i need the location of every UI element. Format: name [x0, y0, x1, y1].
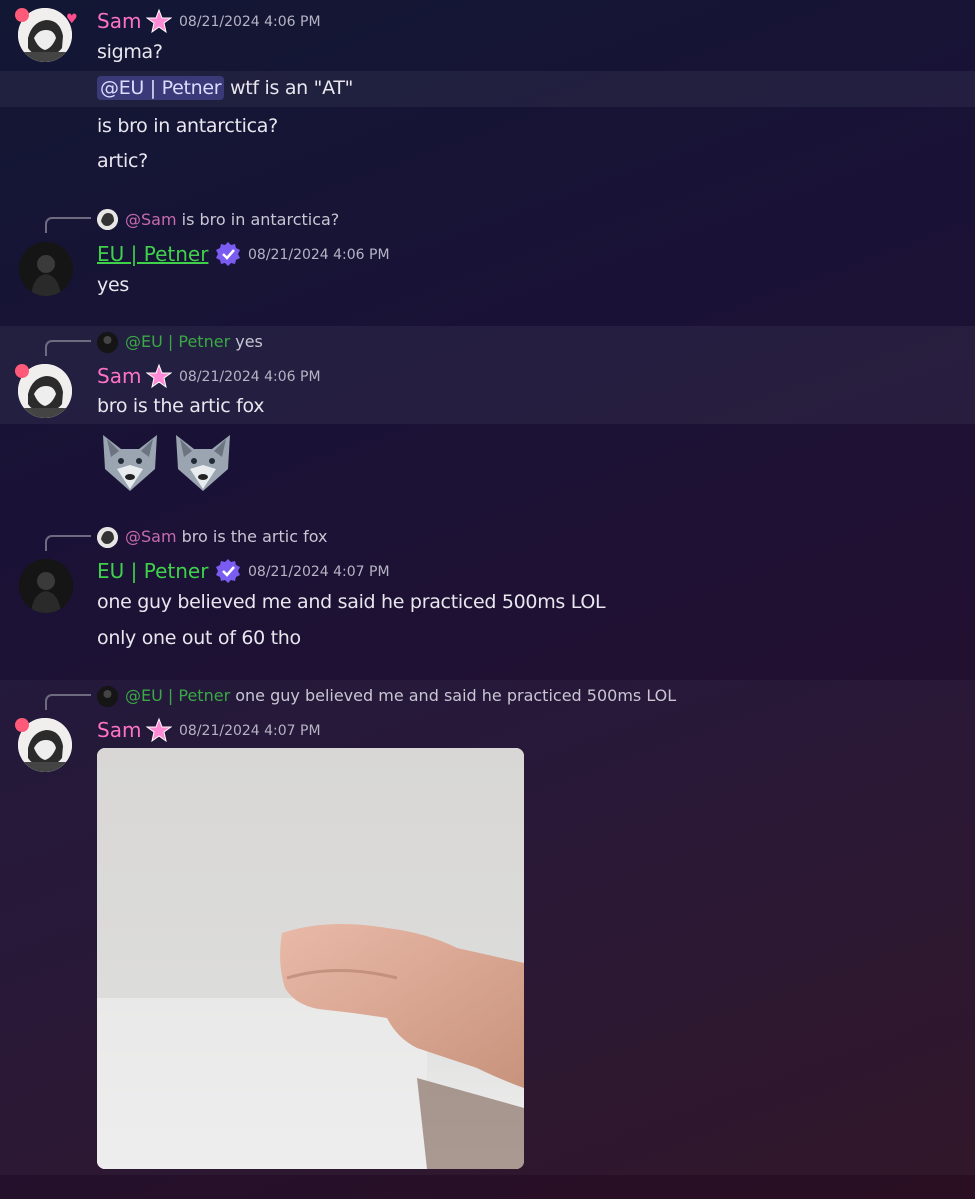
heart-eyes-icon [15, 8, 29, 22]
reply-preview[interactable]: @EU | Petner yes [125, 332, 263, 351]
reply-connector [45, 535, 91, 551]
reply-preview[interactable]: @EU | Petner one guy believed me and sai… [125, 686, 676, 705]
reply-text: yes [235, 332, 263, 351]
reply-connector [45, 217, 91, 233]
message-text: sigma? [97, 41, 163, 63]
star-badge-icon[interactable] [145, 8, 173, 34]
reply-username[interactable]: @Sam [125, 527, 177, 546]
reply-text: is bro in antarctica? [181, 210, 340, 229]
heart-icon: ♥ [66, 12, 78, 27]
video-attachment[interactable] [97, 748, 524, 1169]
reply-username[interactable]: @Sam [125, 210, 177, 229]
message-text: @EU | Petner wtf is an "AT" [97, 76, 354, 100]
timestamp: 08/21/2024 4:07 PM [179, 723, 321, 739]
username[interactable]: Sam [97, 9, 141, 33]
reply-text: one guy believed me and said he practice… [235, 686, 677, 705]
reply-avatar[interactable] [97, 527, 118, 548]
timestamp: 08/21/2024 4:06 PM [248, 247, 390, 263]
reply-text: bro is the artic fox [181, 527, 328, 546]
wolf-emoji[interactable] [170, 429, 236, 495]
verified-badge-icon[interactable] [215, 558, 241, 584]
star-badge-icon[interactable] [145, 363, 173, 389]
reply-username[interactable]: @EU | Petner [125, 332, 230, 351]
username[interactable]: Sam [97, 364, 141, 388]
reply-username[interactable]: @EU | Petner [125, 686, 230, 705]
reply-connector [45, 694, 91, 710]
message-text: bro is the artic fox [97, 395, 265, 417]
heart-eyes-icon [15, 364, 29, 378]
reply-avatar[interactable] [97, 209, 118, 230]
timestamp: 08/21/2024 4:06 PM [179, 369, 321, 385]
timestamp: 08/21/2024 4:07 PM [248, 564, 390, 580]
message-text: is bro in antarctica? [97, 115, 278, 137]
avatar[interactable] [19, 242, 73, 296]
heart-eyes-icon [15, 718, 29, 732]
username[interactable]: EU | Petner [97, 559, 208, 583]
reply-avatar[interactable] [97, 686, 118, 707]
verified-badge-icon[interactable] [215, 241, 241, 267]
message-text: artic? [97, 150, 148, 172]
message-text: one guy believed me and said he practice… [97, 591, 606, 613]
reply-preview[interactable]: @Sam bro is the artic fox [125, 527, 328, 546]
timestamp: 08/21/2024 4:06 PM [179, 14, 321, 30]
message-text: yes [97, 274, 129, 296]
reply-avatar[interactable] [97, 332, 118, 353]
wolf-emoji[interactable] [97, 429, 163, 495]
reply-connector [45, 340, 91, 356]
reply-preview[interactable]: @Sam is bro in antarctica? [125, 210, 339, 229]
user-mention[interactable]: @EU | Petner [97, 76, 225, 100]
avatar[interactable] [19, 559, 73, 613]
username[interactable]: Sam [97, 718, 141, 742]
message-text-rest: wtf is an "AT" [224, 77, 354, 99]
star-badge-icon[interactable] [145, 717, 173, 743]
username[interactable]: EU | Petner [97, 242, 208, 266]
message-text: only one out of 60 tho [97, 627, 301, 649]
